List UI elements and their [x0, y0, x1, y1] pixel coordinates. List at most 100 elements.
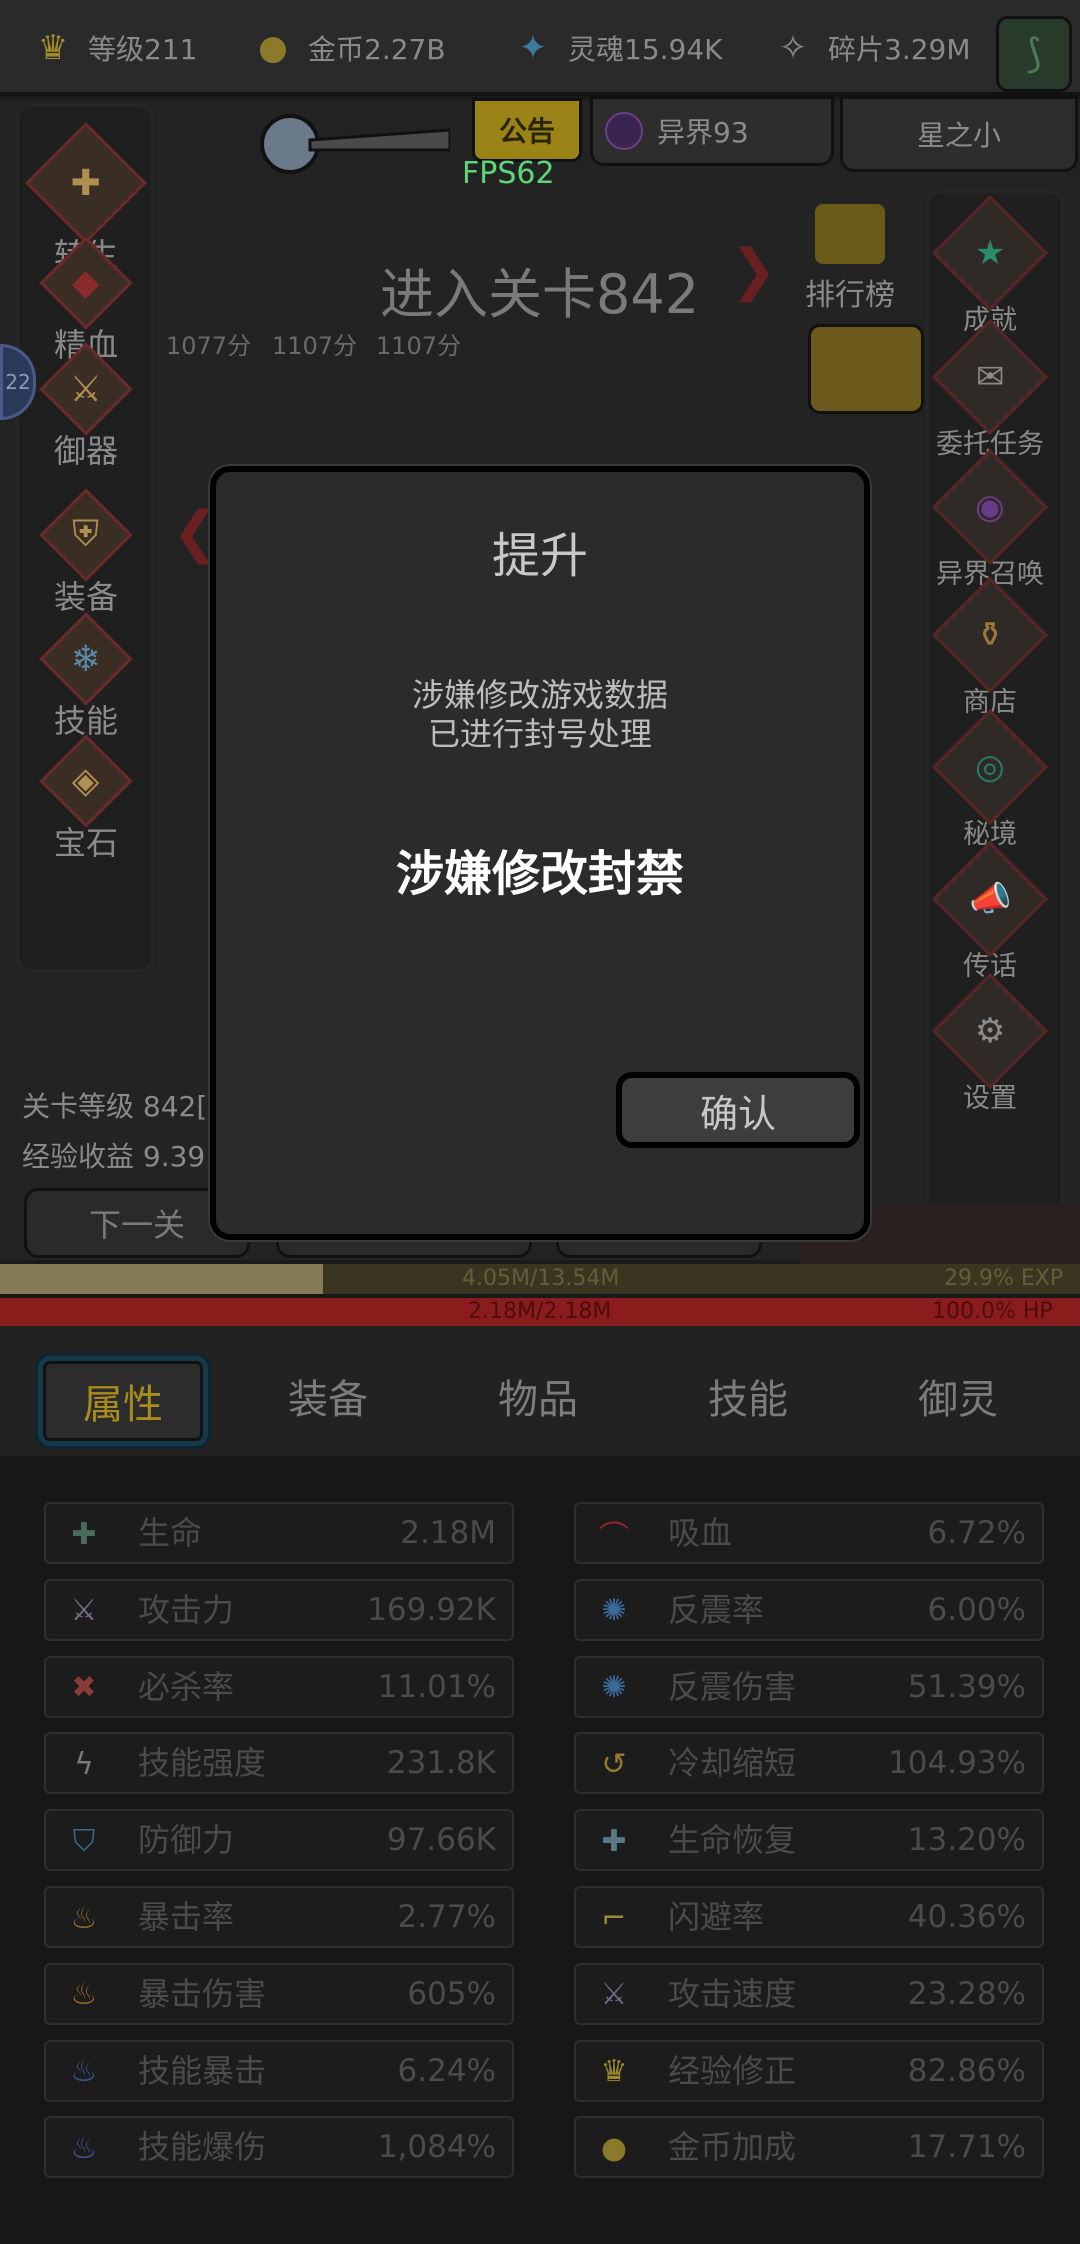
stat-name: 防御力	[138, 1821, 235, 1860]
commission-button[interactable]: ✉ 委托任务	[930, 319, 1050, 461]
stat-value: 11.01%	[377, 1668, 496, 1705]
stat-row: ⚔ 攻击速度 23.28%	[574, 1962, 1044, 2025]
signal-icon[interactable]: ⟆	[996, 16, 1072, 92]
stat-row: ✺ 反震率 6.00%	[574, 1578, 1044, 1641]
confirm-button[interactable]: 确认	[616, 1072, 860, 1148]
soul-resource: ✦ 灵魂15.94K	[508, 18, 723, 78]
stat-value: 23.28%	[907, 1975, 1026, 2012]
megaphone-icon: 📣	[932, 841, 1048, 957]
dialog-message: 涉嫌修改游戏数据 已进行封号处理	[216, 676, 864, 754]
stat-value: 40.36%	[907, 1899, 1026, 1935]
weapon-button[interactable]: ⚔ 御器	[36, 342, 136, 472]
leaderboard-button[interactable]: 排行榜	[790, 204, 910, 314]
coin-icon: ●	[600, 2130, 628, 2166]
score-label: 1107分	[272, 332, 358, 360]
stat-row: ✖ 必杀率 11.01%	[44, 1655, 514, 1718]
shatter-icon: ✺	[601, 1593, 627, 1629]
dialog-message-line: 涉嫌修改游戏数据	[411, 676, 668, 714]
stat-value: 13.20%	[907, 1822, 1026, 1859]
stat-value: 51.39%	[907, 1668, 1026, 1705]
skill-button[interactable]: ❄ 技能	[36, 612, 136, 742]
regen-icon: ✚	[601, 1823, 627, 1859]
stat-name: 技能爆伤	[138, 2128, 267, 2167]
portal-icon	[605, 112, 643, 150]
gold-resource: ● 金币2.27B	[248, 18, 446, 78]
stat-row: ♛ 经验修正 82.86%	[574, 2039, 1044, 2102]
summon-button[interactable]: ◉ 异界召唤	[930, 449, 1050, 591]
stat-name: 经验修正	[668, 2051, 797, 2090]
treasure-chest-icon[interactable]	[808, 324, 924, 414]
stat-value: 2.77%	[397, 1899, 496, 1935]
leaderboard-label: 排行榜	[805, 278, 895, 313]
dialog-title: 提升	[491, 528, 588, 584]
cooldown-icon: ↺	[601, 1746, 627, 1782]
stat-name: 暴击伤害	[138, 1974, 267, 2013]
equipment-button[interactable]: ⛨ 装备	[36, 488, 136, 618]
stat-name: 反震率	[668, 1590, 765, 1629]
stat-value: 605%	[407, 1975, 496, 2012]
flame-icon: ♨	[70, 1900, 98, 1936]
weapon-icon: ⚔	[39, 342, 133, 436]
settings-button[interactable]: ⚙ 设置	[930, 973, 1050, 1115]
tab-bar: 属性 装备 物品 技能 御灵	[0, 1326, 1080, 1456]
shop-button[interactable]: ⚱ 商店	[930, 577, 1050, 719]
score-label: 1107分	[376, 332, 462, 360]
chevron-right-icon[interactable]: ❯	[730, 238, 777, 303]
life-icon: ✚	[71, 1516, 97, 1552]
envelope-icon: ✉	[932, 319, 1048, 435]
staff-weapon-icon	[250, 100, 452, 190]
bat-icon: ⌒	[599, 1520, 629, 1555]
stat-value: 6.00%	[927, 1591, 1026, 1628]
hp-percent: 100.0% HP	[932, 1299, 1053, 1324]
stat-row: ♨ 技能爆伤 1,084%	[44, 2116, 514, 2179]
level-value: 等级211	[88, 33, 198, 66]
stage-info: 关卡等级 842[ 经验收益 9.39	[22, 1082, 207, 1182]
rebirth-icon: ✚	[25, 122, 147, 244]
otherworld-label: 异界93	[657, 116, 749, 149]
hp-text-row: 2.18M/2.18M 100.0% HP	[0, 1298, 1080, 1326]
star-icon: ★	[932, 195, 1048, 311]
blue-flame-icon: ♨	[70, 2130, 98, 2166]
tab-spirits[interactable]: 御灵	[878, 1356, 1038, 1436]
secret-realm-button[interactable]: ◎ 秘境	[930, 709, 1050, 851]
stat-value: 6.72%	[927, 1515, 1026, 1551]
stat-row: ⌒ 吸血 6.72%	[574, 1502, 1044, 1564]
hp-bar: 2.18M/2.18M 100.0% HP	[0, 1298, 1080, 1326]
tab-equipment[interactable]: 装备	[248, 1356, 408, 1436]
enter-stage-title[interactable]: 进入关卡842	[380, 250, 699, 329]
stat-name: 攻击速度	[668, 1974, 797, 2013]
shatter-icon: ✺	[601, 1670, 627, 1706]
stat-name: 技能暴击	[138, 2051, 267, 2090]
stat-name: 反震伤害	[668, 1667, 797, 1706]
flame-icon: ♨	[70, 1977, 98, 2013]
stat-name: 金币加成	[668, 2128, 797, 2167]
tab-skills[interactable]: 技能	[668, 1356, 828, 1436]
stat-row: ♨ 暴击率 2.77%	[44, 1886, 514, 1948]
otherworld-button[interactable]: 异界93	[590, 96, 834, 166]
notice-button[interactable]: 公告	[472, 98, 582, 162]
stat-row: ♨ 暴击伤害 605%	[44, 1962, 514, 2025]
stat-value: 169.92K	[367, 1591, 496, 1628]
shard-icon: ✧	[778, 28, 808, 68]
tab-items[interactable]: 物品	[458, 1356, 618, 1436]
shard-resource: ✧ 碎片3.29M	[768, 18, 971, 78]
gem-button[interactable]: ◈ 宝石	[36, 734, 136, 864]
score-label: 1077分	[166, 332, 252, 360]
gold-value: 金币2.27B	[308, 33, 446, 66]
pot-icon: ⚱	[932, 577, 1048, 693]
crown-icon: ♛	[37, 28, 69, 68]
stat-row: ● 金币加成 17.71%	[574, 2116, 1044, 2179]
ban-notice: 涉嫌修改封禁	[395, 846, 684, 902]
swords-icon: ⚔	[600, 1977, 628, 2013]
portal-icon: ◎	[932, 709, 1048, 825]
stage-level-text: 关卡等级 842[	[22, 1090, 208, 1123]
message-button[interactable]: 📣 传话	[930, 841, 1050, 983]
username-label[interactable]: 星之小	[840, 96, 1078, 172]
gear-icon: ⚙	[932, 973, 1048, 1089]
tab-attributes[interactable]: 属性	[35, 1353, 211, 1449]
exp-percent: 29.9% EXP	[944, 1266, 1064, 1291]
sword-icon: ⚔	[70, 1593, 98, 1629]
exp-text-row: 4.05M/13.54M 29.9% EXP	[0, 1264, 1080, 1294]
stat-row: ↺ 冷却缩短 104.93%	[574, 1732, 1044, 1795]
stat-value: 104.93%	[888, 1745, 1026, 1782]
